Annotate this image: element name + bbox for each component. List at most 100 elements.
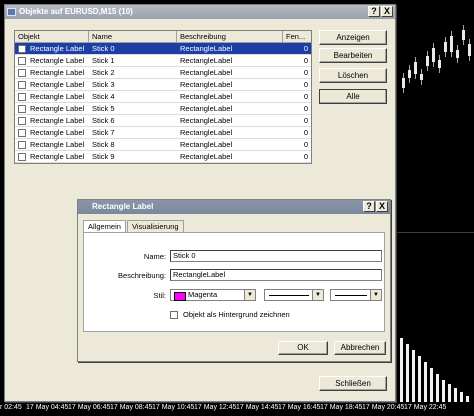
time-axis-label: 17 May 06:45 (68, 404, 111, 411)
histogram-bar (412, 350, 415, 402)
table-cell-description: RectangleLabel (177, 79, 283, 91)
histogram-bar (424, 362, 427, 402)
table-row[interactable]: Rectangle Label Stick 8 RectangleLabel 0 (15, 139, 311, 151)
table-cell-object: Rectangle Label (15, 151, 89, 163)
table-row[interactable]: Rectangle Label Stick 1 RectangleLabel 0 (15, 55, 311, 67)
window-icon (7, 8, 16, 16)
table-cell-window: 0 (283, 43, 311, 55)
row-checkbox[interactable] (18, 57, 26, 65)
table-cell-description: RectangleLabel (177, 103, 283, 115)
table-row[interactable]: Rectangle Label Stick 4 RectangleLabel 0 (15, 91, 311, 103)
chevron-down-icon: ▼ (370, 290, 381, 300)
table-cell-name: Stick 1 (89, 55, 177, 67)
table-cell-description: RectangleLabel (177, 67, 283, 79)
tab-panel: Name: Stick 0 Beschreibung: RectangleLab… (83, 232, 385, 332)
line-width-select[interactable]: ▼ (330, 289, 382, 301)
description-label: Beschreibung: (118, 271, 166, 280)
column-header-description[interactable]: Beschreibung (177, 31, 283, 43)
table-row[interactable]: Rectangle Label Stick 3 RectangleLabel 0 (15, 79, 311, 91)
table-cell-description: RectangleLabel (177, 55, 283, 67)
cancel-button[interactable]: Abbrechen (334, 341, 386, 355)
table-cell-name: Stick 7 (89, 127, 177, 139)
column-header-window[interactable]: Fen... (283, 31, 311, 43)
candle-body (456, 50, 459, 58)
table-cell-name: Stick 4 (89, 91, 177, 103)
table-cell-description: RectangleLabel (177, 115, 283, 127)
dialog-help-button[interactable]: ? (363, 201, 375, 212)
candle-body (420, 74, 423, 80)
edit-button[interactable]: Bearbeiten (319, 48, 387, 63)
table-row[interactable]: Rectangle Label Stick 0 RectangleLabel 0 (15, 43, 311, 55)
property-dialog-titlebar[interactable]: Rectangle Label ? X (78, 200, 390, 214)
row-checkbox[interactable] (18, 45, 26, 53)
row-checkbox[interactable] (18, 117, 26, 125)
table-cell-window: 0 (283, 127, 311, 139)
table-row[interactable]: Rectangle Label Stick 6 RectangleLabel 0 (15, 115, 311, 127)
close-list-button[interactable]: Schließen (319, 376, 387, 391)
histogram-bar (448, 384, 451, 402)
name-input[interactable]: Stick 0 (170, 250, 382, 262)
table-cell-name: Stick 5 (89, 103, 177, 115)
row-checkbox[interactable] (18, 105, 26, 113)
table-cell-object: Rectangle Label (15, 43, 89, 55)
objects-table[interactable]: Objekt Name Beschreibung Fen... Rectangl… (14, 30, 312, 164)
table-cell-name: Stick 0 (89, 43, 177, 55)
time-axis-label: 17 May 04:45 (26, 404, 69, 411)
row-checkbox[interactable] (18, 153, 26, 161)
table-cell-window: 0 (283, 103, 311, 115)
time-axis-label: 17 May 10:45 (152, 404, 195, 411)
row-checkbox[interactable] (18, 81, 26, 89)
table-cell-name: Stick 8 (89, 139, 177, 151)
column-header-name[interactable]: Name (89, 31, 177, 43)
table-row[interactable]: Rectangle Label Stick 9 RectangleLabel 0 (15, 151, 311, 163)
table-row[interactable]: Rectangle Label Stick 2 RectangleLabel 0 (15, 67, 311, 79)
candle-body (402, 78, 405, 88)
table-cell-name: Stick 3 (89, 79, 177, 91)
chevron-down-icon: ▼ (312, 290, 323, 300)
histogram-bar (400, 338, 403, 402)
row-checkbox[interactable] (18, 141, 26, 149)
time-axis-label: 17 May 16:45 (278, 404, 321, 411)
time-axis-label: 17 May 14:45 (236, 404, 279, 411)
table-cell-description: RectangleLabel (177, 151, 283, 163)
help-button[interactable]: ? (368, 6, 380, 17)
row-checkbox[interactable] (18, 129, 26, 137)
ok-button[interactable]: OK (278, 341, 328, 355)
close-button[interactable]: X (381, 6, 393, 17)
table-cell-window: 0 (283, 139, 311, 151)
description-input[interactable]: RectangleLabel (170, 269, 382, 281)
line-style-preview (269, 295, 309, 296)
histogram-bar (436, 374, 439, 402)
table-cell-object: Rectangle Label (15, 67, 89, 79)
background-checkbox[interactable] (170, 311, 178, 319)
candle-body (468, 44, 471, 56)
histogram-bar (430, 368, 433, 402)
column-header-object[interactable]: Objekt (15, 31, 89, 43)
table-cell-window: 0 (283, 79, 311, 91)
color-select[interactable]: Magenta ▼ (170, 289, 256, 301)
row-checkbox[interactable] (18, 69, 26, 77)
time-axis-label: r 02:45 (0, 404, 22, 411)
line-style-select[interactable]: ▼ (264, 289, 324, 301)
all-button[interactable]: Alle (319, 89, 387, 104)
delete-button[interactable]: Löschen (319, 68, 387, 83)
time-axis-label: 17 May 22:45 (404, 404, 447, 411)
table-cell-object: Rectangle Label (15, 103, 89, 115)
histogram-bar (442, 380, 445, 402)
table-cell-description: RectangleLabel (177, 91, 283, 103)
candle-body (426, 56, 429, 66)
candle-body (450, 36, 453, 52)
objects-window-titlebar[interactable]: Objekte auf EURUSD,M15 (10) ? X (5, 5, 395, 19)
candle-body (432, 48, 435, 62)
tab-strip: Allgemein Visualisierung (83, 220, 385, 233)
dialog-close-button[interactable]: X (376, 201, 388, 212)
table-row[interactable]: Rectangle Label Stick 7 RectangleLabel 0 (15, 127, 311, 139)
table-row[interactable]: Rectangle Label Stick 5 RectangleLabel 0 (15, 103, 311, 115)
time-axis-label: 17 May 20:45 (362, 404, 405, 411)
show-button[interactable]: Anzeigen (319, 30, 387, 45)
tab-visualization[interactable]: Visualisierung (127, 220, 184, 232)
table-cell-object: Rectangle Label (15, 139, 89, 151)
time-axis-label: 17 May 18:45 (320, 404, 363, 411)
table-cell-description: RectangleLabel (177, 127, 283, 139)
row-checkbox[interactable] (18, 93, 26, 101)
